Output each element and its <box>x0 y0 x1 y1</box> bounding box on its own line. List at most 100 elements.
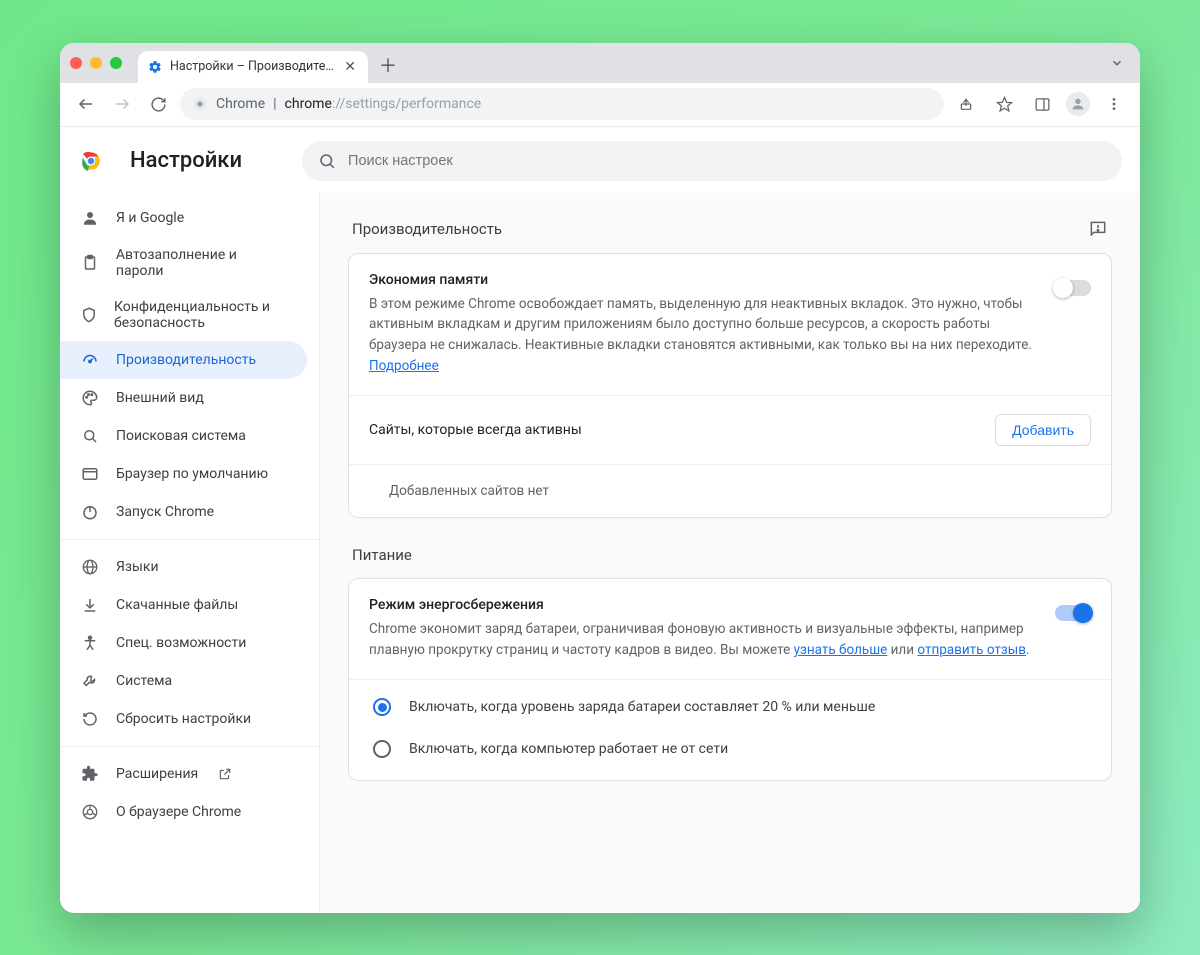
window-controls <box>70 57 122 69</box>
add-site-button[interactable]: Добавить <box>995 414 1091 446</box>
sidebar-item-about[interactable]: О браузере Chrome <box>60 793 307 831</box>
always-active-sites-label: Сайты, которые всегда активны <box>369 422 582 438</box>
sidebar-item-label: Я и Google <box>116 210 184 226</box>
chrome-logo-icon <box>78 148 104 174</box>
section-header-performance: Производительность <box>352 219 1108 239</box>
page-title: Настройки <box>130 148 242 173</box>
section-header-power: Питание <box>352 546 1108 564</box>
globe-icon <box>80 558 100 576</box>
sidebar-item-reset[interactable]: Сбросить настройки <box>60 700 307 738</box>
section-title: Производительность <box>352 220 502 238</box>
chrome-icon <box>192 96 208 112</box>
radio-label: Включать, когда уровень заряда батареи с… <box>409 699 875 715</box>
empty-sites-note: Добавленных сайтов нет <box>369 483 1091 499</box>
side-panel-icon[interactable] <box>1028 90 1056 118</box>
chrome-outline-icon <box>80 803 100 821</box>
search-icon <box>80 427 100 445</box>
energy-saver-title: Режим энергосбережения <box>369 597 1035 613</box>
settings-search[interactable] <box>302 141 1122 181</box>
extension-icon <box>80 765 100 783</box>
send-feedback-link[interactable]: отправить отзыв <box>917 642 1026 658</box>
new-tab-button[interactable]: ＋ <box>374 51 402 79</box>
reload-button[interactable] <box>144 90 172 118</box>
settings-content: Настройки Я и Google Автозап <box>60 127 1140 913</box>
energy-saver-card: Режим энергосбережения Chrome экономит з… <box>348 578 1112 781</box>
close-tab-button[interactable]: ✕ <box>342 59 358 75</box>
palette-icon <box>80 389 100 407</box>
sidebar-item-system[interactable]: Система <box>60 662 307 700</box>
profile-avatar[interactable] <box>1066 92 1090 116</box>
feedback-icon[interactable] <box>1088 219 1108 239</box>
back-button[interactable] <box>72 90 100 118</box>
chevron-down-icon[interactable] <box>1104 56 1130 70</box>
download-icon <box>80 596 100 614</box>
memory-saver-description: В этом режиме Chrome освобождает память,… <box>369 294 1035 378</box>
accessibility-icon <box>80 634 100 652</box>
speedometer-icon <box>80 351 100 369</box>
sidebar-item-languages[interactable]: Языки <box>60 548 307 586</box>
sidebar-item-label: Внешний вид <box>116 390 204 406</box>
memory-saver-toggle[interactable] <box>1055 280 1091 296</box>
sidebar-item-label: Сбросить настройки <box>116 711 251 727</box>
omnibox-url: chrome://settings/performance <box>285 96 482 112</box>
omnibox-prefix: Chrome <box>216 96 265 112</box>
sidebar-item-downloads[interactable]: Скачанные файлы <box>60 586 307 624</box>
external-link-icon <box>218 767 232 781</box>
tab-title: Настройки – Производительн <box>170 59 334 74</box>
radio-label: Включать, когда компьютер работает не от… <box>409 741 728 757</box>
energy-option-battery-20[interactable]: Включать, когда уровень заряда батареи с… <box>369 686 1091 728</box>
settings-header: Настройки <box>60 127 1140 193</box>
sidebar-item-accessibility[interactable]: Спец. возможности <box>60 624 307 662</box>
power-icon <box>80 503 100 521</box>
omnibox-sep: | <box>273 96 276 112</box>
search-input[interactable] <box>348 153 1106 169</box>
sidebar-item-label: Браузер по умолчанию <box>116 466 268 482</box>
sidebar-item-label: О браузере Chrome <box>116 804 241 820</box>
sidebar-item-default-browser[interactable]: Браузер по умолчанию <box>60 455 307 493</box>
sidebar-item-label: Система <box>116 673 172 689</box>
share-icon[interactable] <box>952 90 980 118</box>
person-icon <box>80 209 100 227</box>
forward-button[interactable] <box>108 90 136 118</box>
sidebar-item-extensions[interactable]: Расширения <box>60 755 307 793</box>
sidebar-item-label: Спец. возможности <box>116 635 246 651</box>
search-icon <box>318 152 336 170</box>
learn-more-link[interactable]: Подробнее <box>369 358 439 374</box>
learn-more-link[interactable]: узнать больше <box>794 642 888 658</box>
sidebar-item-label: Языки <box>116 559 159 575</box>
sidebar-item-on-startup[interactable]: Запуск Chrome <box>60 493 307 531</box>
restore-icon <box>80 710 100 728</box>
sidebar-item-label: Запуск Chrome <box>116 504 214 520</box>
clipboard-icon <box>80 254 100 272</box>
radio-unchecked-icon <box>373 740 391 758</box>
sidebar-item-label: Скачанные файлы <box>116 597 238 613</box>
sidebar-divider <box>60 746 319 747</box>
sidebar-item-label: Расширения <box>116 766 198 782</box>
main-panel: Производительность Экономия памяти В это… <box>320 193 1140 913</box>
kebab-menu-icon[interactable] <box>1100 90 1128 118</box>
bookmark-star-icon[interactable] <box>990 90 1018 118</box>
close-window-button[interactable] <box>70 57 82 69</box>
sidebar-item-appearance[interactable]: Внешний вид <box>60 379 307 417</box>
sidebar-item-search-engine[interactable]: Поисковая система <box>60 417 307 455</box>
sidebar-item-you-and-google[interactable]: Я и Google <box>60 199 307 237</box>
address-bar[interactable]: Chrome | chrome://settings/performance <box>180 88 944 120</box>
maximize-window-button[interactable] <box>110 57 122 69</box>
sidebar-item-autofill[interactable]: Автозаполнение и пароли <box>60 237 307 289</box>
shield-icon <box>80 306 98 324</box>
energy-saver-toggle[interactable] <box>1055 605 1091 621</box>
sidebar-item-performance[interactable]: Производительность <box>60 341 307 379</box>
memory-saver-card: Экономия памяти В этом режиме Chrome осв… <box>348 253 1112 519</box>
sidebar-item-label: Автозаполнение и пароли <box>116 247 287 279</box>
radio-checked-icon <box>373 698 391 716</box>
sidebar-item-label: Поисковая система <box>116 428 246 444</box>
memory-saver-title: Экономия памяти <box>369 272 1035 288</box>
wrench-icon <box>80 672 100 690</box>
toolbar: Chrome | chrome://settings/performance <box>60 83 1140 127</box>
minimize-window-button[interactable] <box>90 57 102 69</box>
energy-option-unplugged[interactable]: Включать, когда компьютер работает не от… <box>369 728 1091 770</box>
energy-saver-description: Chrome экономит заряд батареи, ограничив… <box>369 619 1035 661</box>
sidebar: Я и Google Автозаполнение и пароли Конфи… <box>60 193 320 913</box>
sidebar-item-privacy[interactable]: Конфиденциальность и безопасность <box>60 289 307 341</box>
browser-tab[interactable]: Настройки – Производительн ✕ <box>138 51 368 83</box>
